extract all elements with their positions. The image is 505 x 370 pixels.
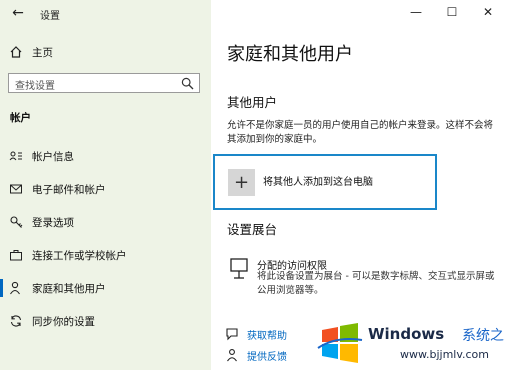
briefcase-icon	[10, 250, 22, 261]
sidebar-item-work-school[interactable]: 连接工作或学校帐户	[0, 244, 211, 266]
windows-logo-icon	[317, 323, 363, 363]
sidebar-item-label: 同步你的设置	[32, 316, 95, 328]
kiosk-heading: 设置展台	[227, 222, 278, 237]
sidebar: ← 设置 主页 查找设置 帐户 帐户信息 电子邮件和帐户 登录选项 连接工作或学…	[0, 0, 211, 370]
plus-tile: +	[228, 169, 255, 196]
watermark-url: www.bjjmlv.com	[400, 348, 489, 361]
person-icon	[10, 281, 20, 295]
main-content: — ☐ ✕ 家庭和其他用户 其他用户 允许不是你家庭一员的用户使用自己的帐户来登…	[211, 0, 505, 370]
key-icon	[10, 216, 23, 228]
watermark: Windows 系统之家 www.bjjmlv.com	[314, 316, 505, 370]
plus-icon: +	[233, 172, 250, 193]
sync-icon	[10, 315, 22, 327]
sidebar-item-label: 电子邮件和帐户	[32, 184, 106, 196]
watermark-brand: Windows	[368, 325, 445, 343]
other-users-heading: 其他用户	[227, 95, 278, 110]
back-arrow-icon[interactable]: ←	[10, 6, 26, 20]
app-title: 设置	[40, 11, 60, 22]
home-label: 主页	[32, 47, 53, 59]
sidebar-item-label: 家庭和其他用户	[32, 283, 106, 295]
get-help-label: 获取帮助	[247, 331, 287, 342]
page-title: 家庭和其他用户	[227, 44, 353, 65]
add-user-label: 将其他人添加到这台电脑	[263, 177, 373, 188]
kiosk-icon[interactable]	[227, 256, 251, 282]
search-placeholder: 查找设置	[15, 81, 55, 92]
sidebar-item-label: 登录选项	[32, 217, 74, 229]
minimize-icon[interactable]: —	[409, 5, 423, 19]
sidebar-item-signin-options[interactable]: 登录选项	[0, 211, 211, 233]
help-chat-icon	[226, 328, 238, 341]
sidebar-item-email[interactable]: 电子邮件和帐户	[0, 178, 211, 200]
watermark-cn: 系统之家	[462, 328, 505, 344]
sidebar-item-sync[interactable]: 同步你的设置	[0, 310, 211, 332]
title-bar: ← 设置	[0, 0, 211, 26]
home-icon	[10, 46, 22, 58]
search-input[interactable]: 查找设置	[8, 73, 200, 93]
assigned-access-description: 将此设备设置为展台 - 可以是数字标牌、交互式显示屏或公用浏览器等。	[257, 271, 495, 296]
feedback-icon	[227, 349, 237, 362]
sidebar-item-home[interactable]: 主页	[0, 42, 211, 62]
section-header: 帐户	[10, 112, 31, 124]
window-controls: — ☐ ✕	[395, 0, 505, 26]
maximize-icon[interactable]: ☐	[445, 5, 459, 19]
search-icon[interactable]	[181, 77, 194, 90]
other-users-description: 允许不是你家庭一员的用户使用自己的帐户来登录。这样不会将其添加到你的家庭中。	[227, 120, 494, 145]
email-icon	[10, 184, 22, 194]
add-other-user-button[interactable]: + 将其他人添加到这台电脑	[213, 154, 437, 210]
sidebar-item-account-info[interactable]: 帐户信息	[0, 145, 211, 167]
sidebar-item-family-users[interactable]: 家庭和其他用户	[0, 277, 211, 299]
sidebar-item-label: 连接工作或学校帐户	[32, 250, 127, 262]
sidebar-item-label: 帐户信息	[32, 151, 74, 163]
feedback-label: 提供反馈	[247, 352, 287, 363]
close-icon[interactable]: ✕	[481, 5, 495, 19]
account-info-icon	[9, 151, 22, 161]
